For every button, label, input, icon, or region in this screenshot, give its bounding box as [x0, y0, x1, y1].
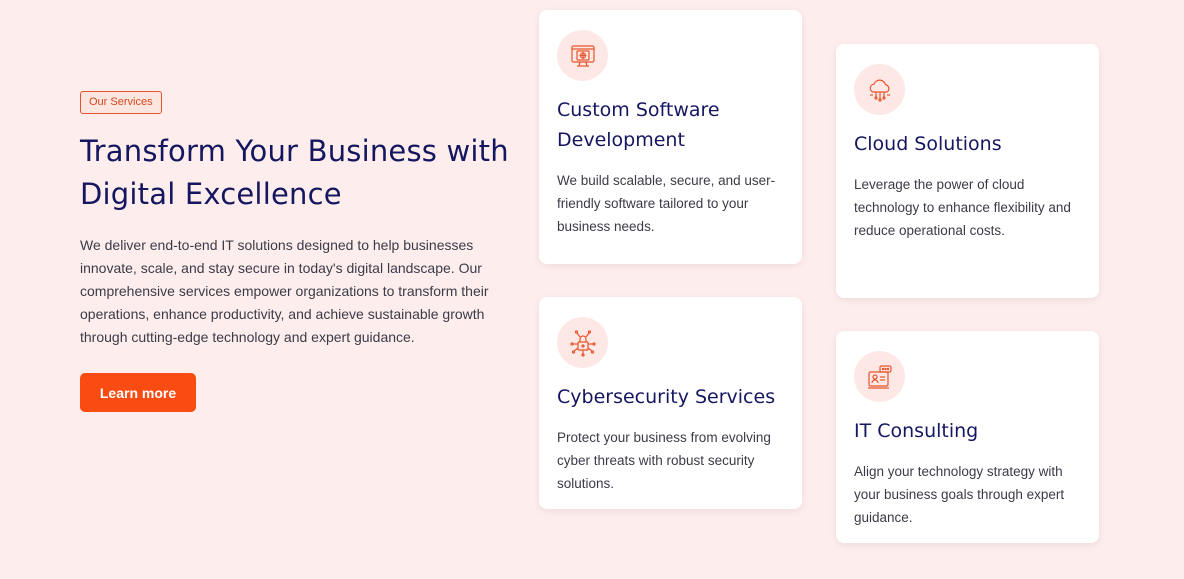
software-development-icon [557, 30, 608, 81]
service-title: IT Consulting [854, 420, 979, 442]
service-title: Cybersecurity Services [557, 386, 776, 408]
section-description: We deliver end-to-end IT solutions desig… [80, 237, 489, 345]
service-description: Align your technology strategy with your… [854, 464, 1065, 525]
service-description: We build scalable, secure, and user-frie… [557, 173, 776, 234]
consulting-icon [854, 351, 905, 402]
learn-more-button[interactable]: Learn more [80, 373, 196, 412]
service-card-cybersecurity: Cybersecurity Services Protect your busi… [539, 297, 802, 509]
service-title: Custom Software Development [557, 99, 720, 151]
services-intro: Our Services Transform Your Business wit… [80, 91, 510, 349]
service-description: Protect your business from evolving cybe… [557, 430, 771, 491]
service-card-it-consulting: IT Consulting Align your technology stra… [836, 331, 1099, 543]
section-tag: Our Services [80, 91, 162, 114]
cloud-icon [854, 64, 905, 115]
service-description: Leverage the power of cloud technology t… [854, 177, 1071, 238]
service-card-custom-software: Custom Software Development We build sca… [539, 10, 802, 264]
cybersecurity-lock-icon [557, 317, 608, 368]
service-title: Cloud Solutions [854, 133, 1002, 155]
service-card-cloud: Cloud Solutions Leverage the power of cl… [836, 44, 1099, 298]
section-title: Transform Your Business with Digital Exc… [80, 134, 509, 211]
